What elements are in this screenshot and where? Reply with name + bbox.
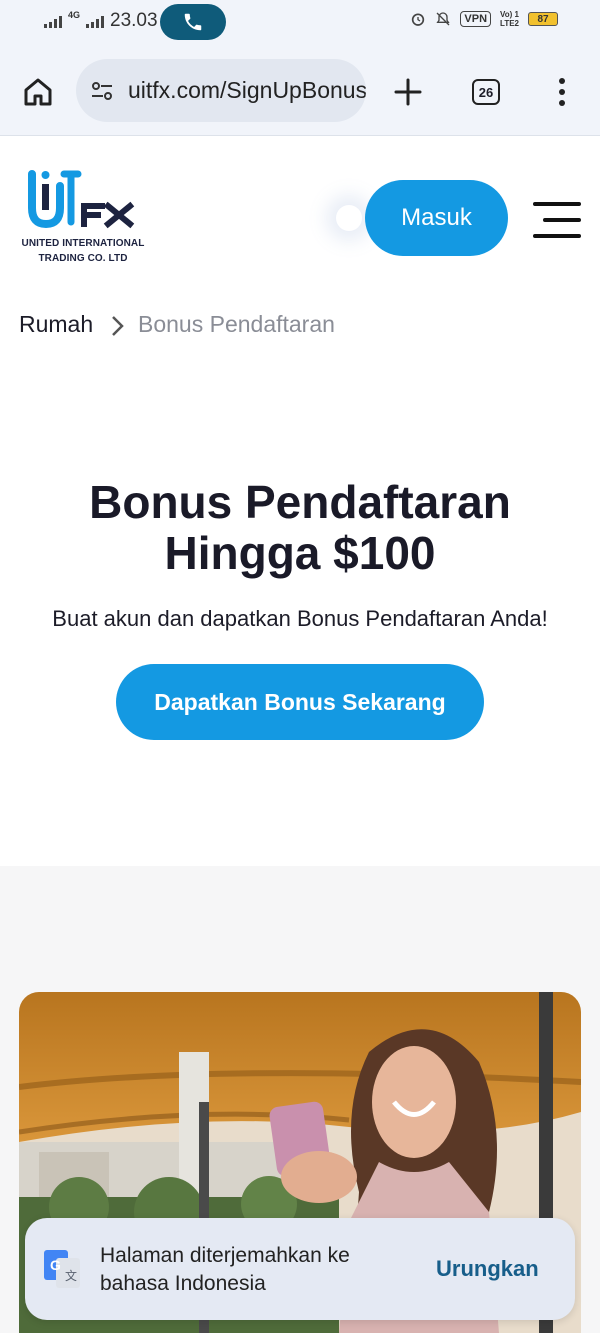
- vpn-badge: VPN: [460, 11, 492, 27]
- status-bar: 4G 23.03 VPN Vo) 1 LTE2 87: [0, 0, 600, 46]
- translation-message: Halaman diterjemahkan ke bahasa Indonesi…: [100, 1242, 400, 1298]
- translation-message-line1: Halaman diterjemahkan ke: [100, 1244, 350, 1267]
- home-icon[interactable]: [22, 76, 54, 108]
- undo-translation-button[interactable]: Urungkan: [436, 1256, 539, 1282]
- page-title: Bonus Pendaftaran Hingga $100: [0, 477, 600, 579]
- volte-indicator: Vo) 1 LTE2: [500, 10, 519, 28]
- address-bar[interactable]: uitfx.com/SignUpBonus: [76, 59, 366, 122]
- logo-text-line2: TRADING CO. LTD: [38, 253, 128, 264]
- site-settings-icon[interactable]: [90, 79, 114, 103]
- volte-bottom: LTE2: [500, 19, 519, 28]
- breadcrumb-current: Bonus Pendaftaran: [138, 311, 335, 337]
- url-text: uitfx.com/SignUpBonus: [128, 77, 366, 103]
- battery-icon: 87: [528, 12, 558, 26]
- phone-icon: [184, 13, 202, 31]
- mute-icon: [436, 12, 450, 26]
- volte-top: Vo) 1: [500, 10, 519, 19]
- hamburger-menu-icon[interactable]: [533, 202, 581, 238]
- decorative-glow: [336, 205, 362, 231]
- status-right: VPN Vo) 1 LTE2 87: [410, 10, 558, 28]
- chevron-right-icon: [112, 316, 124, 336]
- page-subtitle: Buat akun dan dapatkan Bonus Pendaftaran…: [52, 606, 548, 631]
- translation-toast: G 文 Halaman diterjemahkan ke bahasa Indo…: [25, 1218, 575, 1320]
- google-translate-icon: G 文: [44, 1250, 80, 1288]
- new-tab-icon[interactable]: [394, 78, 422, 106]
- more-menu-icon[interactable]: [552, 76, 572, 108]
- network-type: 4G: [68, 10, 81, 20]
- battery-level: 87: [537, 13, 549, 25]
- get-bonus-button[interactable]: Dapatkan Bonus Sekarang: [116, 664, 484, 740]
- translation-message-line2: bahasa Indonesia: [100, 1272, 266, 1295]
- alarm-icon: [412, 13, 425, 26]
- logo-text-line1: UNITED INTERNATIONAL: [21, 238, 145, 249]
- site-logo[interactable]: UNITED INTERNATIONAL TRADING CO. LTD: [18, 166, 148, 266]
- signal-icon: [44, 14, 62, 28]
- tab-switcher-button[interactable]: 26: [472, 79, 500, 105]
- browser-toolbar: uitfx.com/SignUpBonus 26: [0, 46, 600, 136]
- breadcrumb-home-link[interactable]: Rumah: [19, 311, 93, 338]
- login-button[interactable]: Masuk: [365, 180, 508, 256]
- status-time: 23.03: [110, 10, 158, 31]
- title-line-2: Hingga $100: [164, 527, 436, 579]
- svg-text:G: G: [50, 1257, 61, 1273]
- ongoing-call-indicator[interactable]: [160, 4, 226, 40]
- title-line-1: Bonus Pendaftaran: [89, 476, 511, 528]
- status-left: 4G 23.03: [44, 10, 158, 32]
- svg-text:文: 文: [65, 1268, 77, 1283]
- uitfx-logo-icon: [28, 170, 135, 229]
- signal-icon-2: [86, 14, 105, 28]
